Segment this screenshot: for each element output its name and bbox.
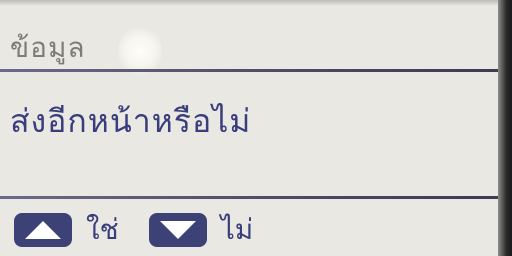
lcd-screen: ข้อมูล ส่งอีกหน้าหรือไม่ ใช่ ไม่ (0, 0, 512, 256)
bezel-top (0, 0, 512, 6)
down-button[interactable] (148, 213, 207, 247)
up-button[interactable] (14, 213, 72, 247)
bezel-right (498, 0, 512, 256)
triangle-down-icon (159, 221, 196, 239)
footer-divider (0, 196, 498, 199)
dialog-message: ส่งอีกหน้าหรือไม่ (10, 102, 252, 140)
no-label: ไม่ (220, 213, 254, 246)
header-divider (0, 69, 498, 72)
triangle-up-icon (25, 221, 61, 239)
header-title: ข้อมูล (10, 31, 86, 64)
footer-softkeys: ใช่ ไม่ (14, 210, 283, 250)
yes-label: ใช่ (86, 213, 119, 246)
